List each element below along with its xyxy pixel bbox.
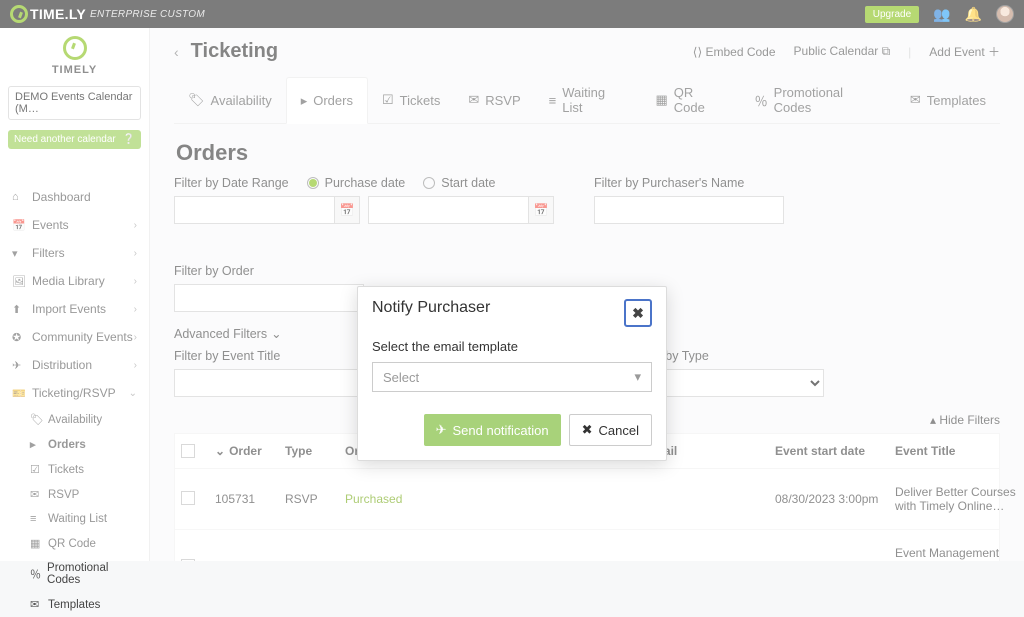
close-icon: ✖ [582, 422, 593, 438]
modal-title: Notify Purchaser [372, 299, 490, 317]
template-select[interactable]: Select ▾ [372, 362, 652, 392]
cancel-button[interactable]: ✖Cancel [569, 414, 652, 446]
close-button[interactable]: ✖ [624, 299, 652, 327]
percent-icon: ％ [30, 566, 41, 582]
subnav-label: Templates [48, 599, 100, 611]
subnav-label: Promotional Codes [47, 562, 137, 586]
mail2-icon: ✉ [30, 598, 42, 611]
modal-overlay[interactable] [0, 0, 1024, 561]
subnav-promo[interactable]: ％ Promotional Codes [0, 556, 149, 592]
subnav-templates[interactable]: ✉ Templates [0, 592, 149, 617]
modal-label: Select the email template [372, 339, 652, 354]
chevron-down-icon: ▾ [634, 369, 641, 385]
send-icon: ✈ [436, 422, 447, 438]
send-notification-button[interactable]: ✈Send notification [424, 414, 561, 446]
select-placeholder: Select [383, 370, 419, 385]
notify-purchaser-modal: Notify Purchaser ✖ Select the email temp… [357, 286, 667, 461]
